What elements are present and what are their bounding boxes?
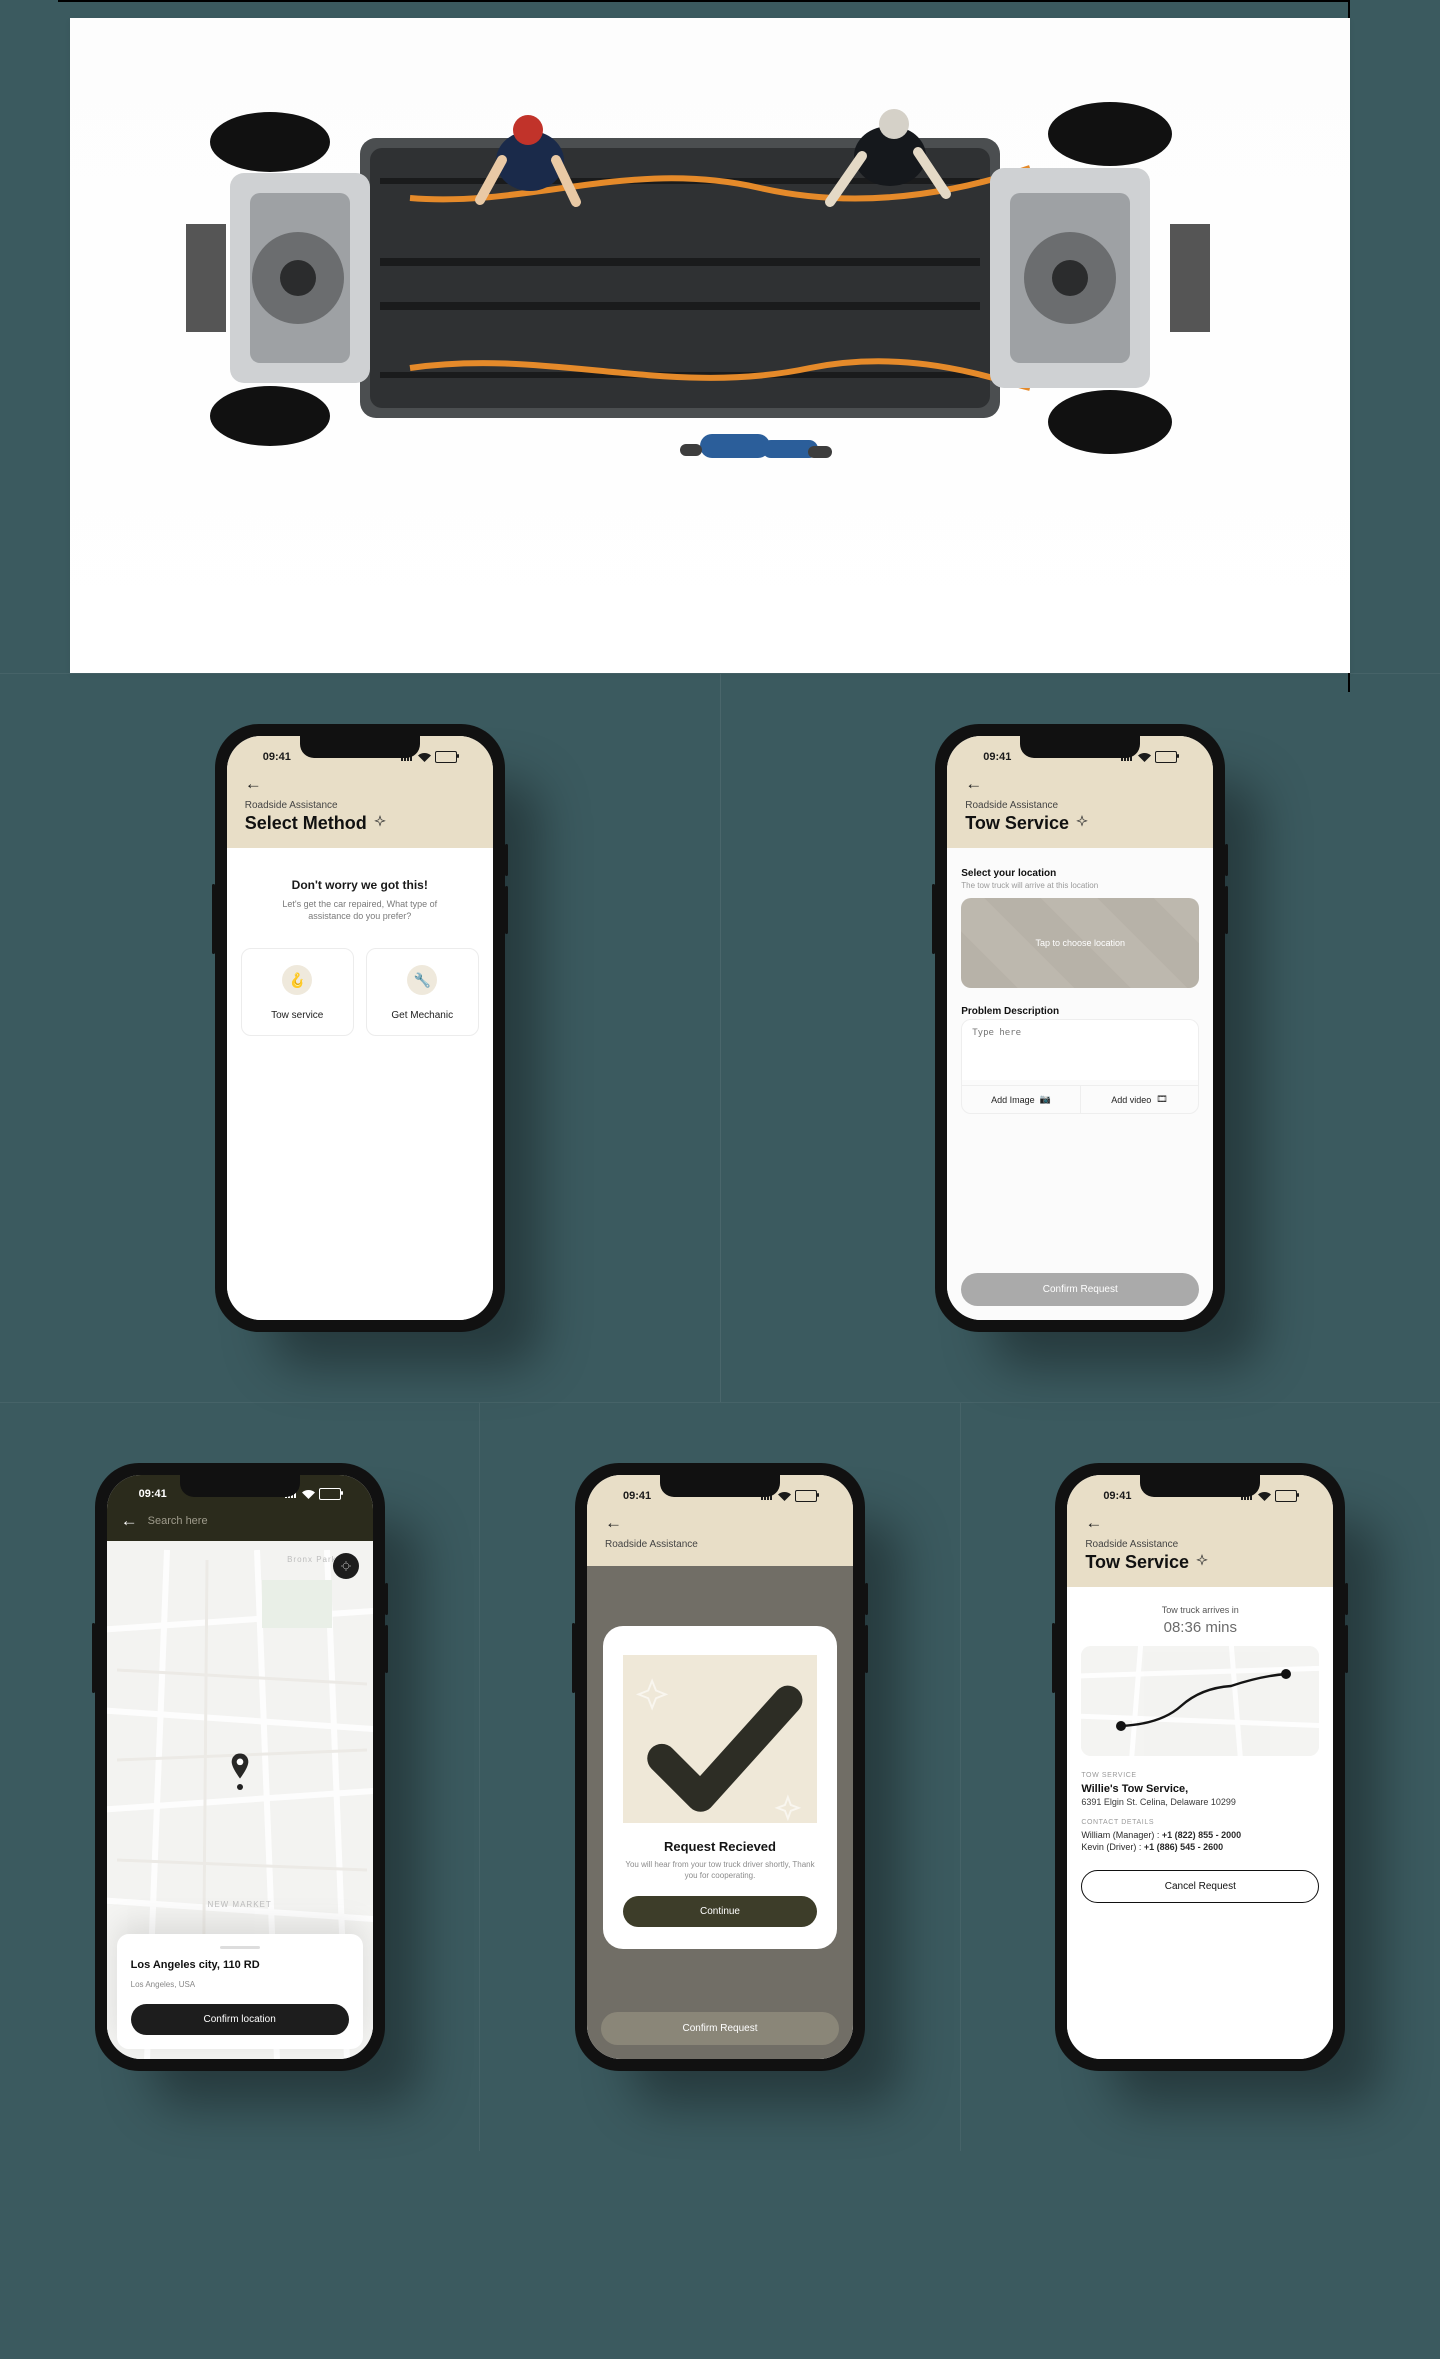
arrives-time: 08:36 mins xyxy=(1081,1619,1319,1636)
back-button[interactable]: ← xyxy=(245,774,262,794)
location-label: Select your location xyxy=(961,868,1199,879)
phone-mock-tow-form: 09:41 ← Roadside Assistance Tow Service xyxy=(935,724,1225,1332)
status-time: 09:41 xyxy=(623,1490,651,1502)
back-button[interactable]: ← xyxy=(1085,1513,1102,1533)
confirm-location-label: Confirm location xyxy=(204,2014,276,2025)
confirm-request-button-bg: Confirm Request xyxy=(601,2012,839,2045)
header-eyebrow: Roadside Assistance xyxy=(965,800,1195,811)
phone-mock-select-method: 09:41 ← Roadside Assistance Select Metho… xyxy=(215,724,505,1332)
map-label-bottom: NEW MARKET xyxy=(208,1900,272,1909)
phone-mock-map-select: 09:41 ← Search here xyxy=(95,1463,385,2071)
back-button[interactable]: ← xyxy=(121,1511,138,1531)
modal-title: Request Recieved xyxy=(664,1839,776,1854)
continue-button[interactable]: Continue xyxy=(623,1896,817,1927)
cancel-request-button[interactable]: Cancel Request xyxy=(1081,1870,1319,1903)
continue-label: Continue xyxy=(700,1906,740,1917)
sparkle-icon xyxy=(1195,1552,1209,1573)
search-input[interactable]: Search here xyxy=(148,1515,208,1527)
location-region: Los Angeles, USA xyxy=(131,1980,195,1989)
option-get-mechanic[interactable]: 🔧 Get Mechanic xyxy=(366,948,479,1036)
location-card: Los Angeles city, 110 RD Los Angeles, US… xyxy=(117,1934,363,2049)
subtext: Let's get the car repaired, What type of… xyxy=(275,898,445,922)
header-title: Select Method xyxy=(245,813,367,834)
hero-image xyxy=(70,18,1350,673)
contact-driver: Kevin (Driver) : +1 (886) 545 - 2600 xyxy=(1081,1842,1319,1852)
header-title: Tow Service xyxy=(965,813,1069,834)
phone-mock-tow-eta: 09:41 ← Roadside Assistance Tow Service xyxy=(1055,1463,1345,2071)
location-hint: The tow truck will arrive at this locati… xyxy=(961,881,1199,890)
problem-input[interactable] xyxy=(962,1020,1198,1080)
locate-me-button[interactable] xyxy=(333,1553,359,1579)
location-city: Los Angeles city, 110 RD xyxy=(131,1959,349,1971)
tap-choose-location-text: Tap to choose location xyxy=(1035,938,1125,948)
arrives-label: Tow truck arrives in xyxy=(1081,1605,1319,1615)
confirm-request-label: Confirm Request xyxy=(1043,1284,1118,1295)
add-image-label: Add Image xyxy=(991,1095,1035,1105)
header-eyebrow: Roadside Assistance xyxy=(1085,1539,1315,1550)
header-title: Tow Service xyxy=(1085,1552,1189,1573)
tap-choose-location[interactable]: Tap to choose location xyxy=(961,898,1199,988)
status-time: 09:41 xyxy=(263,751,291,763)
success-illustration xyxy=(623,1655,817,1824)
problem-label: Problem Description xyxy=(961,1006,1199,1017)
contact-eyebrow: CONTACT DETAILS xyxy=(1081,1819,1319,1826)
header-eyebrow: Roadside Assistance xyxy=(245,800,475,811)
confirm-request-label-bg: Confirm Request xyxy=(682,2023,757,2034)
cancel-request-label: Cancel Request xyxy=(1165,1881,1236,1892)
add-image-button[interactable]: Add Image 📷 xyxy=(962,1086,1080,1113)
tow-hook-icon: 🪝 xyxy=(282,965,312,995)
add-video-label: Add video xyxy=(1111,1095,1151,1105)
confirm-location-button[interactable]: Confirm location xyxy=(131,2004,349,2035)
back-button[interactable]: ← xyxy=(965,774,982,794)
service-address: 6391 Elgin St. Celina, Delaware 10299 xyxy=(1081,1797,1319,1807)
tow-service-eyebrow: TOW SERVICE xyxy=(1081,1772,1319,1779)
map-pin-icon xyxy=(230,1753,250,1779)
headline: Don't worry we got this! xyxy=(241,878,479,892)
success-modal: Request Recieved You will hear from your… xyxy=(603,1626,837,1949)
camera-icon: 📷 xyxy=(1040,1094,1051,1105)
add-video-button[interactable]: Add video 🎞 xyxy=(1080,1086,1199,1113)
option-mech-label: Get Mechanic xyxy=(391,1010,453,1021)
status-time: 09:41 xyxy=(139,1488,167,1500)
modal-subtext: You will hear from your tow truck driver… xyxy=(625,1860,815,1882)
status-time: 09:41 xyxy=(983,751,1011,763)
map-label-top: Bronx Park xyxy=(287,1555,337,1564)
sparkle-icon xyxy=(1075,813,1089,834)
option-tow-label: Tow service xyxy=(271,1010,323,1021)
service-name: Willie's Tow Service, xyxy=(1081,1783,1319,1795)
route-map[interactable] xyxy=(1081,1646,1319,1756)
header-eyebrow: Roadside Assistance xyxy=(605,1539,835,1550)
phone-mock-request-received: 09:41 ← Roadside Assistance xyxy=(575,1463,865,2071)
sparkle-icon xyxy=(373,813,387,834)
hero-section xyxy=(70,0,1375,673)
video-icon: 🎞 xyxy=(1156,1094,1167,1105)
status-time: 09:41 xyxy=(1103,1490,1131,1502)
confirm-request-button[interactable]: Confirm Request xyxy=(961,1273,1199,1306)
wrench-icon: 🔧 xyxy=(407,965,437,995)
contact-manager: William (Manager) : +1 (822) 855 - 2000 xyxy=(1081,1830,1319,1840)
back-button[interactable]: ← xyxy=(605,1513,622,1533)
option-tow-service[interactable]: 🪝 Tow service xyxy=(241,948,354,1036)
